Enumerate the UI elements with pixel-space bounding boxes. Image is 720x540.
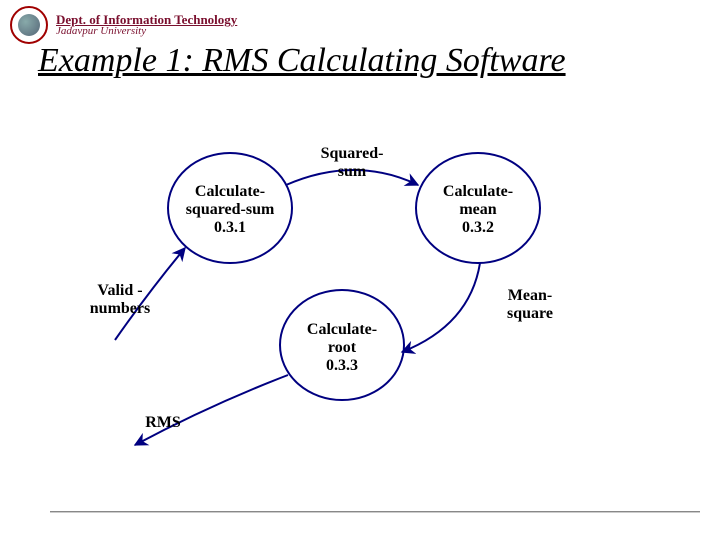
edge-rms: RMS: [145, 414, 181, 431]
node1-label-l1: Calculate-: [195, 183, 265, 200]
node1-label-l2: squared-sum: [186, 201, 275, 218]
edge-mean-l1: Mean-: [508, 287, 552, 304]
node2-label-l1: Calculate-: [443, 183, 513, 200]
node2-label-l3: 0.3.2: [462, 219, 494, 236]
edge-valid-l2: numbers: [90, 300, 150, 317]
arrow-rms: [135, 375, 288, 445]
footer-divider: [50, 511, 700, 512]
node2-label-l2: mean: [459, 201, 496, 218]
dfd-diagram: Calculate- squared-sum 0.3.1 Calculate- …: [0, 0, 720, 540]
node3-label-l2: root: [328, 339, 357, 356]
edge-sq-l1: Squared-: [321, 145, 384, 162]
node1-label-l3: 0.3.1: [214, 219, 246, 236]
edge-valid-l1: Valid -: [97, 282, 142, 299]
edge-sq-l2: sum: [338, 163, 367, 180]
node3-label-l1: Calculate-: [307, 321, 377, 338]
node3-label-l3: 0.3.3: [326, 357, 358, 374]
arrow-mean-square: [402, 263, 480, 352]
edge-mean-l2: square: [507, 305, 553, 322]
